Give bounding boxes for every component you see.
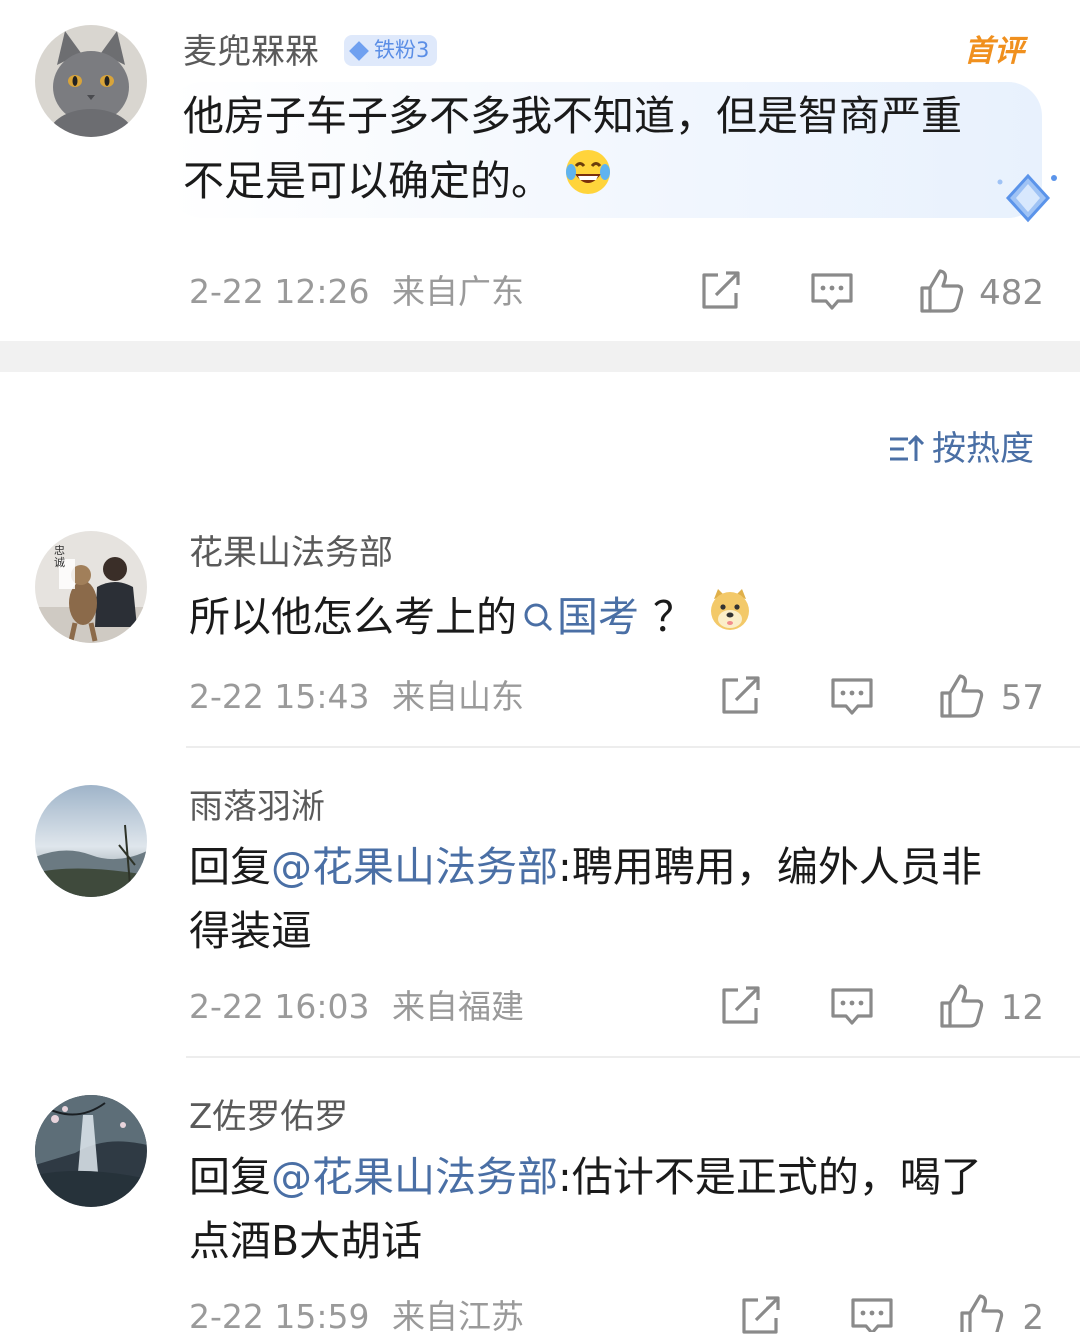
- comment-text: 所以他怎么考上的 国考 ？: [189, 585, 752, 649]
- laughing-tears-emoji-icon: [564, 148, 612, 214]
- reply-icon[interactable]: [830, 987, 874, 1031]
- sort-label: 按热度: [932, 429, 1034, 469]
- divider: [186, 746, 1080, 748]
- comment-line-text: :聘用聘用，编外人员非: [558, 843, 982, 891]
- location: 来自山东: [392, 677, 524, 716]
- timestamp: 2-22 16:03: [189, 987, 370, 1026]
- username[interactable]: 麦兜槑槑: [183, 32, 319, 72]
- comment-meta: 2-22 16:03 来自福建: [189, 987, 524, 1027]
- timestamp: 2-22 15:59: [189, 1297, 370, 1336]
- comment-meta: 2-22 15:59 来自江苏: [189, 1297, 524, 1337]
- like-icon[interactable]: [919, 268, 965, 318]
- topic-link[interactable]: 国考: [517, 585, 639, 649]
- sparkle-diamond-icon: [952, 170, 1064, 234]
- like-icon[interactable]: [939, 983, 985, 1033]
- section-separator: [0, 341, 1080, 372]
- like-count: 2: [1022, 1298, 1044, 1338]
- sort-toggle[interactable]: 按热度: [888, 429, 1034, 469]
- comment-line: 回复@花果山法务部:估计不是正式的，喝了: [189, 1145, 982, 1209]
- comment-text-end: ？: [653, 593, 694, 641]
- diamond-icon: [349, 40, 369, 61]
- reply-prefix: 回复: [189, 1153, 271, 1201]
- avatar[interactable]: 忠诚: [35, 531, 147, 643]
- comment-text-main: 所以他怎么考上的: [189, 593, 517, 641]
- reply-icon[interactable]: [810, 272, 854, 316]
- avatar[interactable]: [35, 25, 147, 137]
- like-count: 482: [979, 273, 1044, 313]
- comment-line: 他房子车子多不多我不知道，但是智商严重: [183, 92, 962, 140]
- comment-line: 点酒B大胡话: [189, 1217, 423, 1265]
- reply-icon[interactable]: [830, 677, 874, 721]
- like-icon[interactable]: [959, 1293, 1005, 1338]
- timestamp: 2-22 15:43: [189, 677, 370, 716]
- avatar-label: 忠诚: [54, 544, 65, 569]
- sort-icon: [890, 434, 924, 461]
- share-icon[interactable]: [700, 271, 742, 315]
- comment-meta: 2-22 12:26 来自广东: [189, 272, 524, 312]
- comment-line: 得装逼: [189, 907, 312, 955]
- search-icon: [524, 603, 553, 632]
- comment-text: 回复@花果山法务部:聘用聘用，编外人员非 得装逼: [189, 835, 982, 963]
- timestamp: 2-22 12:26: [189, 272, 370, 311]
- username[interactable]: 花果山法务部: [189, 533, 393, 573]
- comment-line: 不足是可以确定的。: [183, 148, 962, 214]
- like-count: 57: [1000, 678, 1044, 718]
- reply-icon[interactable]: [850, 1297, 894, 1336]
- mention-link[interactable]: @花果山法务部: [271, 843, 558, 891]
- comment-line-text: 不足是可以确定的。: [183, 157, 552, 205]
- location: 来自江苏: [392, 1297, 524, 1336]
- share-icon[interactable]: [740, 1296, 782, 1340]
- username[interactable]: 雨落羽淅: [189, 787, 325, 827]
- comment-text: 他房子车子多不多我不知道，但是智商严重 不足是可以确定的。: [183, 84, 962, 214]
- fan-badge[interactable]: 铁粉3: [344, 35, 438, 66]
- share-icon[interactable]: [720, 676, 762, 720]
- comment-meta: 2-22 15:43 来自山东: [189, 677, 524, 717]
- location: 来自福建: [392, 987, 524, 1026]
- doge-emoji-icon: [708, 585, 752, 649]
- topic-label: 国考: [557, 593, 639, 641]
- location: 来自广东: [392, 272, 524, 311]
- share-icon[interactable]: [720, 986, 762, 1030]
- first-comment-tag: 首评: [964, 34, 1024, 69]
- username[interactable]: Z佐罗佑罗: [189, 1097, 348, 1137]
- divider: [186, 1056, 1080, 1058]
- like-icon[interactable]: [939, 673, 985, 723]
- reply-prefix: 回复: [189, 843, 271, 891]
- avatar[interactable]: [35, 785, 147, 897]
- comment-text: 回复@花果山法务部:估计不是正式的，喝了 点酒B大胡话: [189, 1145, 982, 1273]
- avatar[interactable]: [35, 1095, 147, 1207]
- like-count: 12: [1000, 988, 1044, 1028]
- fan-badge-label: 铁粉3: [374, 38, 430, 62]
- mention-link[interactable]: @花果山法务部: [271, 1153, 558, 1201]
- comment-line: 回复@花果山法务部:聘用聘用，编外人员非: [189, 835, 982, 899]
- comment-line-text: :估计不是正式的，喝了: [558, 1153, 982, 1201]
